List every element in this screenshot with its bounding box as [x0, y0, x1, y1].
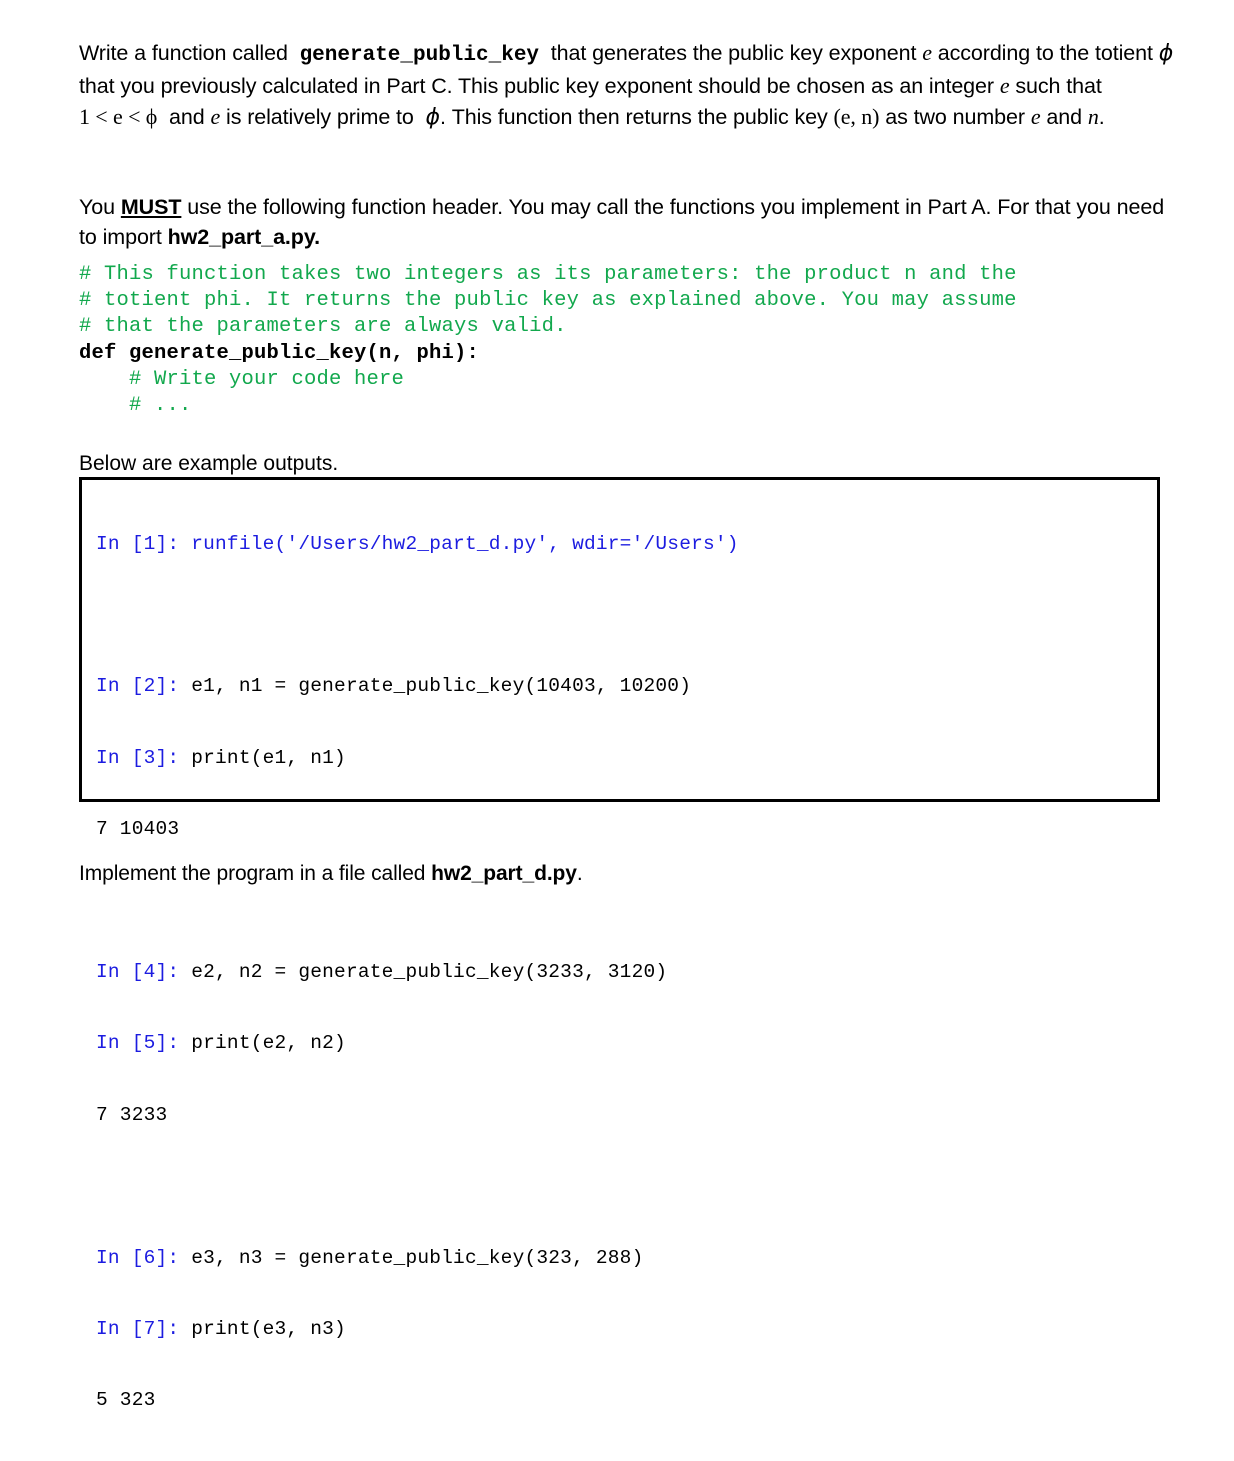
console-line-list: In [1]: runfile('/Users/hw2_part_d.py', … — [96, 485, 739, 1461]
math-public-key-pair: (e, n) — [834, 104, 880, 129]
intro-segment-5: such that — [1015, 74, 1101, 98]
console-prompt: In [7]: — [96, 1318, 191, 1340]
console-line: In [7]: print(e3, n3) — [96, 1318, 739, 1342]
console-code: 7 3233 — [96, 1104, 167, 1126]
code-line-def: def generate_public_key(n, phi): — [79, 342, 479, 365]
console-code: e1, n1 = generate_public_key(10403, 1020… — [191, 675, 691, 697]
math-var-e-1: e — [922, 40, 932, 65]
intro-segment-7: is relatively prime to — [226, 105, 414, 129]
console-line-blank — [96, 1175, 739, 1199]
console-prompt: In [1]: — [96, 533, 191, 555]
intro-segment-6: and — [169, 105, 205, 129]
intro-segment-2: that generates the public key exponent — [551, 41, 917, 65]
paragraph-must-header: You MUST use the following function head… — [79, 192, 1183, 253]
must-segment-3: . — [314, 225, 320, 249]
intro-segment-10: and — [1046, 105, 1082, 129]
code-line-comment-5: # ... — [79, 394, 192, 417]
intro-segment-4: that you previously calculated in Part C… — [79, 74, 994, 98]
code-line-comment-1: # This function takes two integers as it… — [79, 263, 1017, 286]
implement-segment-1: Implement the program in a file called — [79, 862, 425, 885]
math-symbol-phi-2: ϕ — [426, 105, 440, 130]
console-code: e3, n3 = generate_public_key(323, 288) — [191, 1247, 643, 1269]
console-code: runfile('/Users/hw2_part_d.py', wdir='/U… — [191, 533, 739, 555]
console-code: print(e1, n1) — [191, 747, 346, 769]
console-prompt: In [3]: — [96, 747, 191, 769]
console-line: In [4]: e2, n2 = generate_public_key(323… — [96, 961, 739, 985]
intro-segment-9: as two number — [885, 105, 1025, 129]
paragraph-implement: Implement the program in a file called h… — [79, 859, 1183, 889]
filename-part-a: hw2_part_a.py — [168, 225, 314, 249]
console-line-blank — [96, 604, 739, 628]
code-line-comment-2: # totient phi. It returns the public key… — [79, 289, 1017, 312]
console-line-result: 7 10403 — [96, 818, 739, 842]
console-prompt: In [6]: — [96, 1247, 191, 1269]
console-line: In [6]: e3, n3 = generate_public_key(323… — [96, 1247, 739, 1271]
console-line: In [3]: print(e1, n1) — [96, 747, 739, 771]
document-page: Write a function called generate_public_… — [0, 0, 1234, 968]
console-prompt: In [4]: — [96, 961, 191, 983]
console-code: e2, n2 = generate_public_key(3233, 3120) — [191, 961, 667, 983]
console-output-box: In [1]: runfile('/Users/hw2_part_d.py', … — [79, 477, 1160, 802]
caption-example-outputs: Below are example outputs. — [79, 451, 338, 477]
console-code: 5 323 — [96, 1389, 156, 1411]
console-line-blank — [96, 890, 739, 914]
math-var-e-3: e — [210, 104, 220, 129]
console-line-result: 5 323 — [96, 1389, 739, 1413]
console-line: In [2]: e1, n1 = generate_public_key(104… — [96, 675, 739, 699]
console-code: print(e2, n2) — [191, 1032, 346, 1054]
implement-segment-2: . — [577, 862, 583, 885]
math-inequality: 1 < e < ϕ — [79, 104, 157, 129]
intro-segment-11: . — [1099, 105, 1105, 129]
code-snippet-function-header: # This function takes two integers as it… — [79, 262, 1017, 419]
inline-code-function-name: generate_public_key — [300, 44, 539, 67]
math-var-e-2: e — [1000, 73, 1010, 98]
console-line: In [1]: runfile('/Users/hw2_part_d.py', … — [96, 533, 739, 557]
console-line-result: 7 3233 — [96, 1104, 739, 1128]
math-symbol-phi-1: ϕ — [1159, 41, 1173, 66]
intro-segment-3: according to the totient — [938, 41, 1153, 65]
must-segment-1: You — [79, 195, 115, 219]
math-var-n: n — [1088, 104, 1099, 129]
code-line-comment-4: # Write your code here — [79, 368, 404, 391]
console-prompt: In [2]: — [96, 675, 191, 697]
paragraph-intro: Write a function called generate_public_… — [79, 38, 1183, 134]
console-code: print(e3, n3) — [191, 1318, 346, 1340]
console-line: In [5]: print(e2, n2) — [96, 1032, 739, 1056]
intro-segment-1: Write a function called — [79, 41, 288, 65]
console-prompt: In [5]: — [96, 1032, 191, 1054]
console-code: 7 10403 — [96, 818, 179, 840]
math-var-e-4: e — [1031, 104, 1041, 129]
filename-part-d: hw2_part_d.py — [431, 862, 577, 885]
intro-segment-8: . This function then returns the public … — [440, 105, 828, 129]
code-line-comment-3: # that the parameters are always valid. — [79, 315, 567, 338]
emphasis-must: MUST — [121, 195, 182, 219]
